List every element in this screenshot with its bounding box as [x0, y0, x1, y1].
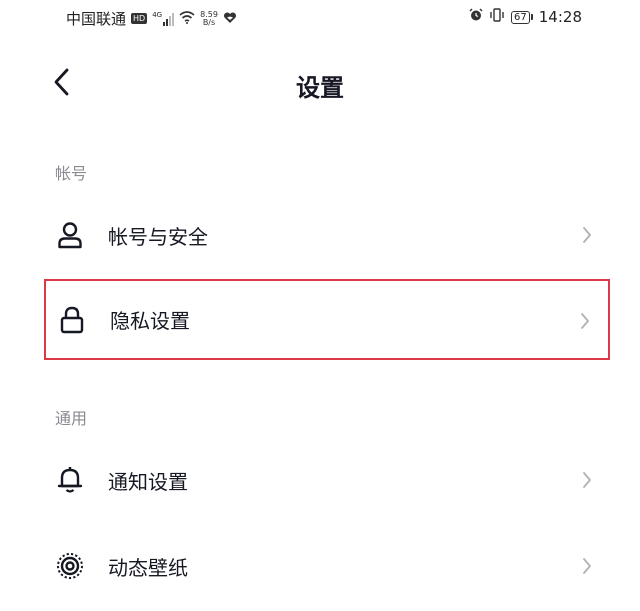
status-bar-left: 中国联通 HD 4G 8.59 B/s: [66, 8, 237, 29]
heart-icon: [223, 10, 237, 28]
section-header-account: 帐号: [55, 164, 88, 183]
vibrate-icon: [489, 8, 505, 26]
signal-type-label: 4G: [152, 10, 163, 19]
clock-time: 14:28: [538, 8, 582, 26]
network-speed: 8.59 B/s: [200, 10, 218, 27]
navigation-bar: 设置: [0, 50, 640, 116]
chevron-right-icon: [583, 472, 591, 488]
settings-item-label: 通知设置: [108, 469, 188, 494]
live-wallpaper-icon: [56, 552, 84, 580]
hd-badge: HD: [131, 13, 148, 24]
status-bar-right: 67 14:28: [469, 8, 582, 26]
settings-item-notifications[interactable]: 通知设置: [44, 449, 610, 511]
chevron-right-icon: [583, 558, 591, 574]
settings-item-live-wallpaper[interactable]: 动态壁纸: [44, 535, 610, 597]
bell-icon: [56, 466, 84, 494]
settings-item-label: 动态壁纸: [108, 555, 188, 580]
chevron-right-icon: [581, 313, 589, 329]
cellular-signal-icon: 4G: [152, 10, 175, 26]
alarm-icon: [469, 8, 483, 26]
section-header-general: 通用: [55, 409, 88, 428]
lock-icon: [58, 306, 86, 334]
carrier-name: 中国联通: [66, 10, 127, 28]
wifi-icon: [179, 10, 195, 28]
person-icon: [56, 221, 84, 249]
network-speed-unit: B/s: [202, 17, 216, 27]
settings-item-label: 帐号与安全: [108, 224, 208, 249]
battery-level: 67: [511, 10, 530, 24]
chevron-right-icon: [583, 227, 591, 243]
settings-item-label: 隐私设置: [110, 309, 190, 333]
page-title: 设置: [296, 74, 344, 102]
settings-item-privacy[interactable]: 隐私设置: [44, 279, 610, 360]
battery-icon: 67: [511, 10, 533, 24]
settings-item-account-security[interactable]: 帐号与安全: [44, 204, 610, 266]
status-bar: 中国联通 HD 4G 8.59 B/s 67 14:28: [0, 0, 640, 40]
